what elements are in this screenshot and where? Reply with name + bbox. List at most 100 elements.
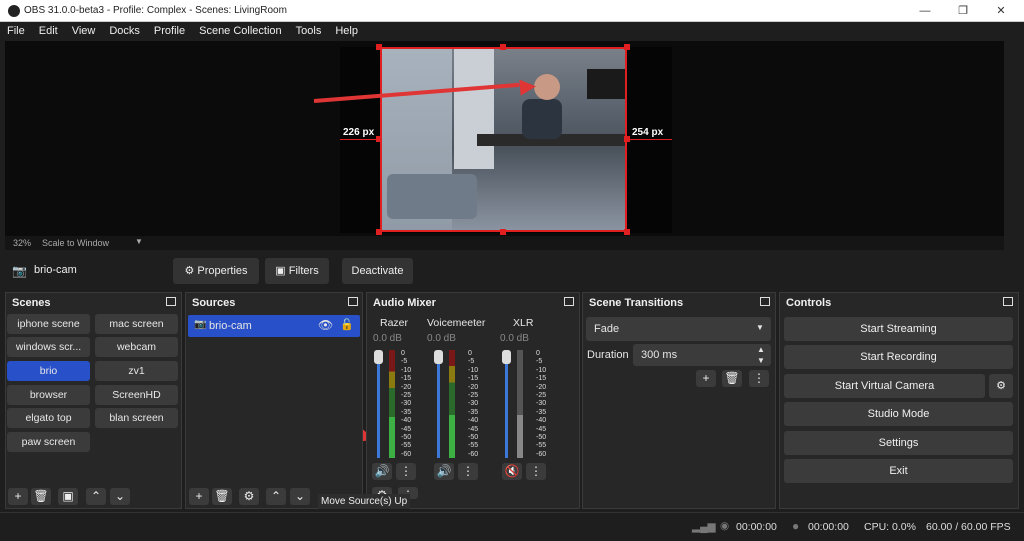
more-options-icon[interactable]: ⋮	[396, 463, 416, 480]
studio-mode-button[interactable]: Studio Mode	[784, 402, 1013, 426]
close-button[interactable]: ✕	[986, 2, 1016, 20]
menu-help[interactable]: Help	[328, 22, 365, 37]
left-distance-label: 226 px	[343, 127, 375, 138]
more-options-icon[interactable]: ⋮	[749, 370, 769, 387]
record-icon: ●	[792, 519, 800, 533]
scene-item[interactable]: elgato top	[7, 408, 90, 428]
move-source-up-button[interactable]: ⌃	[266, 488, 286, 505]
muted-speaker-icon[interactable]: 🔇	[502, 463, 522, 480]
scene-item-selected[interactable]: brio	[7, 361, 90, 381]
speaker-icon[interactable]: 🔊	[434, 463, 454, 480]
start-virtual-camera-button[interactable]: Start Virtual Camera	[784, 374, 985, 398]
scene-transitions-title: Scene Transitions	[589, 297, 684, 309]
move-down-icon[interactable]: ⌄	[110, 488, 130, 505]
start-recording-button[interactable]: Start Recording	[784, 345, 1013, 369]
lock-icon[interactable]: 🔓	[340, 318, 354, 331]
window-title: OBS 31.0.0-beta3 - Profile: Complex - Sc…	[24, 5, 287, 16]
channel-db: 0.0 dB	[373, 333, 402, 344]
resize-handle[interactable]	[376, 44, 382, 50]
scene-item[interactable]: zv1	[95, 361, 178, 381]
properties-button[interactable]: ⚙ Properties	[173, 258, 259, 284]
more-options-icon[interactable]: ⋮	[526, 463, 546, 480]
scene-item[interactable]: ScreenHD	[95, 385, 178, 405]
volume-slider-track[interactable]	[437, 355, 440, 458]
minimize-button[interactable]: —	[910, 2, 940, 20]
settings-button[interactable]: Settings	[784, 431, 1013, 455]
camera-image-monitor	[587, 69, 625, 99]
menu-file[interactable]: File	[0, 22, 32, 37]
fps-readout: 60.00 / 60.00 FPS	[926, 521, 1011, 533]
scene-item[interactable]: iphone scene	[7, 314, 90, 334]
duration-field[interactable]: 300 ms ▲ ▼	[633, 344, 771, 366]
menu-profile[interactable]: Profile	[147, 22, 192, 37]
selected-source-name: brio-cam	[34, 264, 77, 276]
resize-handle[interactable]	[376, 229, 382, 235]
volume-slider-handle[interactable]	[434, 350, 443, 364]
undock-icon[interactable]	[564, 297, 574, 306]
record-time: 00:00:00	[808, 521, 849, 533]
move-up-icon[interactable]: ⌃	[86, 488, 106, 505]
transition-select[interactable]: Fade ▼	[586, 317, 771, 341]
add-transition-button[interactable]: +	[696, 370, 716, 387]
maximize-button[interactable]: ❐	[948, 2, 978, 20]
menu-edit[interactable]: Edit	[32, 22, 65, 37]
camera-frame[interactable]	[380, 47, 627, 232]
add-scene-button[interactable]: +	[8, 488, 28, 505]
scene-item[interactable]: browser	[7, 385, 90, 405]
menu-docks[interactable]: Docks	[102, 22, 147, 37]
source-item[interactable]: 📷 brio-cam 👁 🔓	[188, 315, 360, 337]
spinner-arrows-icon[interactable]: ▲ ▼	[757, 344, 765, 366]
scene-item[interactable]: mac screen	[95, 314, 178, 334]
undock-icon[interactable]	[760, 297, 770, 306]
speaker-icon[interactable]: 🔊	[372, 463, 392, 480]
scene-filters-icon[interactable]: ▣	[58, 488, 78, 505]
resize-handle[interactable]	[500, 44, 506, 50]
undock-icon[interactable]	[348, 297, 358, 306]
scene-item[interactable]: windows scr...	[7, 337, 90, 357]
transition-select-value: Fade	[594, 323, 620, 335]
camera-icon: 📷	[194, 319, 207, 330]
scene-item[interactable]: webcam	[95, 337, 178, 357]
scene-item[interactable]: blan screen	[95, 408, 178, 428]
start-streaming-button[interactable]: Start Streaming	[784, 317, 1013, 341]
camera-image-person-body	[522, 99, 562, 139]
deactivate-button[interactable]: Deactivate	[342, 258, 413, 284]
volume-slider-handle[interactable]	[374, 350, 383, 364]
filters-button[interactable]: ▣ Filters	[265, 258, 329, 284]
resize-handle[interactable]	[500, 229, 506, 235]
resize-handle[interactable]	[624, 44, 630, 50]
volume-slider-handle[interactable]	[502, 350, 511, 364]
menu-tools[interactable]: Tools	[289, 22, 329, 37]
volume-slider-track[interactable]	[377, 355, 380, 458]
move-source-down-button[interactable]: ⌄	[290, 488, 310, 505]
scenes-title: Scenes	[12, 297, 51, 309]
gear-icon[interactable]: ⚙	[239, 488, 259, 505]
exit-button[interactable]: Exit	[784, 459, 1013, 483]
undock-icon[interactable]	[166, 297, 176, 306]
title-bar: OBS 31.0.0-beta3 - Profile: Complex - Sc…	[0, 0, 1024, 22]
scene-item[interactable]: paw screen	[7, 432, 90, 452]
annotation-arrowhead	[519, 78, 537, 96]
resize-handle[interactable]	[624, 229, 630, 235]
add-source-button[interactable]: +	[189, 488, 209, 505]
more-options-icon[interactable]: ⋮	[458, 463, 478, 480]
trash-icon[interactable]: 🗑	[722, 370, 742, 387]
audio-mixer-title: Audio Mixer	[373, 297, 436, 309]
undock-icon[interactable]	[1003, 297, 1013, 306]
sources-title: Sources	[192, 297, 236, 309]
stream-time: 00:00:00	[736, 521, 777, 533]
eye-icon[interactable]: 👁	[318, 318, 333, 332]
menu-scene-collection[interactable]: Scene Collection	[192, 22, 289, 37]
trash-icon[interactable]: 🗑	[31, 488, 51, 505]
chevron-down-icon[interactable]: ▼	[135, 237, 143, 246]
channel-db: 0.0 dB	[427, 333, 456, 344]
zoom-level: 32%	[13, 238, 32, 248]
db-scale: 0 -5 -10 -15 -20 -25 -30 -35 -40 -45 -50 -55 -60	[468, 350, 479, 458]
scale-mode-select[interactable]: Scale to Window	[42, 238, 109, 248]
volume-slider-track[interactable]	[505, 355, 508, 458]
db-scale: 0 -5 -10 -15 -20 -25 -30 -35 -40 -45 -50 -55 -60	[401, 350, 412, 458]
gear-icon[interactable]: ⚙	[989, 374, 1013, 398]
menu-view[interactable]: View	[65, 22, 103, 37]
trash-icon[interactable]: 🗑	[212, 488, 232, 505]
source-toolbar	[5, 252, 1004, 290]
